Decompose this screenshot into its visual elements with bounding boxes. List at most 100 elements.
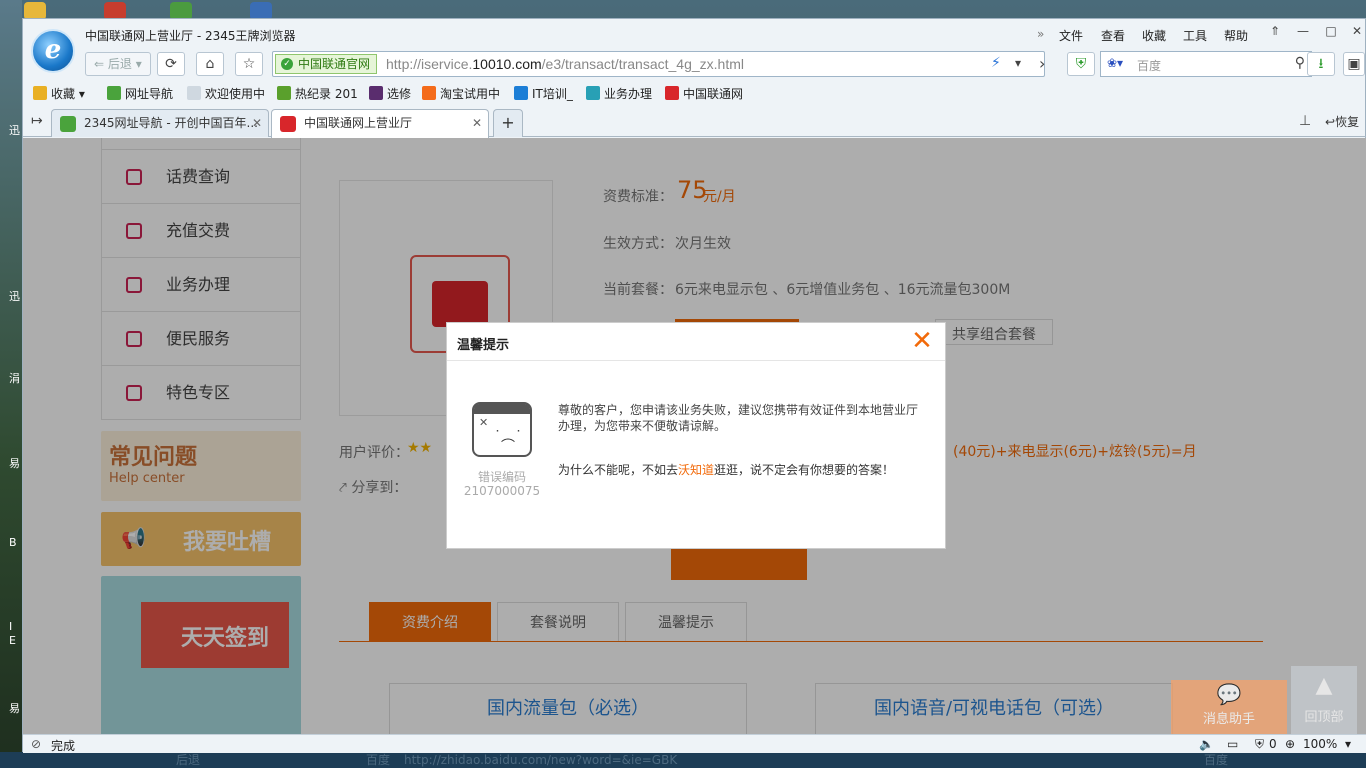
close-icon[interactable]: ✕ xyxy=(909,327,935,355)
sidebar-toggle-icon[interactable]: ↦ xyxy=(31,113,43,129)
search-input[interactable]: 百度 xyxy=(1137,57,1161,74)
minimize-button[interactable]: — xyxy=(1293,24,1313,42)
url-domain: 10010.com xyxy=(472,56,542,72)
tip-dialog: 温馨提示 ✕ ✕ ˙︵˙ 错误编码 2107000075 尊敬的客户，您申请该业… xyxy=(446,322,946,549)
tab-label: 中国联通网上营业厅 xyxy=(304,116,413,130)
back-label: 后退 xyxy=(107,57,132,71)
favorites-bar: 收藏 ▾ 网址导航 欢迎使用中 热纪录 201 选修 淘宝试用中 IT培训_ 业… xyxy=(23,79,1366,105)
fav-label: 淘宝试用中 xyxy=(440,87,501,101)
cert-badge[interactable]: ✓ 中国联通官网 xyxy=(275,54,378,74)
title-bar: 中国联通网上营业厅 - 2345王牌浏览器 » 文件 查看 收藏 工具 帮助 ⇑… xyxy=(23,19,1366,49)
desktop-label: 易 xyxy=(9,457,20,470)
shield-check-icon: ✓ xyxy=(281,58,293,70)
nav-bar: ⇐ 后退 ▾ ⟳ ⌂ ☆ ✓ 中国联通官网 http://iservice.100… xyxy=(23,49,1366,79)
fav-item-unicom[interactable]: 中国联通网 xyxy=(665,85,743,102)
taskbar-ghost-back: 后退 xyxy=(176,753,201,767)
taskbar-ghost-engine: 百度 xyxy=(366,753,391,767)
tab-favicon xyxy=(280,116,296,132)
fav-item-it[interactable]: IT培训_ xyxy=(514,85,573,102)
status-done: 完成 xyxy=(51,739,76,753)
desktop-label: E xyxy=(9,634,16,647)
desktop-strip: 迅 迅 涓 易 B I E 易 xyxy=(0,0,22,768)
shield-status-icon[interactable]: ⛨ xyxy=(1255,737,1264,752)
back-button[interactable]: ⇐ 后退 ▾ xyxy=(85,52,151,76)
tab-label: 2345网址导航 - 开创中国百年... xyxy=(84,116,258,130)
shield-icon[interactable]: ⛨ xyxy=(1067,52,1095,76)
bandage-mark: ✕ xyxy=(479,416,489,429)
download-icon[interactable]: ⭳ xyxy=(1307,52,1335,76)
maximize-button[interactable]: □ xyxy=(1321,24,1341,42)
sad-face-icon: ✕ ˙︵˙ xyxy=(472,402,532,457)
top-label: 回顶部 xyxy=(1304,710,1344,725)
address-bar[interactable]: ✓ 中国联通官网 http://iservice.10010.com/e3/tra… xyxy=(272,51,1045,77)
close-tab-icon[interactable]: ✕ xyxy=(472,110,482,136)
fav-label: 中国联通网 xyxy=(683,87,744,101)
pin-icon[interactable]: ⇑ xyxy=(1265,24,1285,42)
restore-label: 恢复 xyxy=(1335,115,1360,129)
more-menu-icon[interactable]: » xyxy=(1037,27,1044,41)
menu-help[interactable]: 帮助 xyxy=(1224,27,1248,44)
dialog-title: 温馨提示 xyxy=(457,338,510,353)
fav-item-elective[interactable]: 选修 xyxy=(369,85,411,102)
back-to-top-button[interactable]: ▲ 回顶部 xyxy=(1291,666,1357,734)
search-box[interactable]: ❀▾ 百度 ⚲ xyxy=(1100,51,1312,77)
zoom-dropdown-icon[interactable]: ▾ xyxy=(1345,737,1351,751)
close-window-button[interactable]: ✕ xyxy=(1347,24,1366,42)
refresh-icon[interactable]: ⟳ xyxy=(157,52,185,76)
url-text[interactable]: http://iservice.10010.com/e3/transact/tr… xyxy=(386,56,744,72)
url-suffix: /e3/transact/transact_4g_zx.html xyxy=(541,56,744,72)
fav-item-welcome[interactable]: 欢迎使用中 xyxy=(187,85,265,102)
wozhidao-link[interactable]: 沃知道 xyxy=(678,463,714,477)
face-expression: ˙︵˙ xyxy=(494,429,522,445)
extension-icon[interactable]: ▣ xyxy=(1343,52,1365,76)
fav-label: 欢迎使用中 xyxy=(205,87,266,101)
fav-label: 选修 xyxy=(387,87,412,101)
url-prefix: http://iservice. xyxy=(386,56,473,72)
fav-label: IT培训_ xyxy=(532,87,573,101)
browser-window: 中国联通网上营业厅 - 2345王牌浏览器 » 文件 查看 收藏 工具 帮助 ⇑… xyxy=(22,18,1366,753)
zoom-icon[interactable]: ⊕ xyxy=(1285,737,1295,751)
message-assistant-button[interactable]: 💬 消息助手 xyxy=(1171,680,1287,734)
window-title: 中国联通网上营业厅 - 2345王牌浏览器 xyxy=(85,29,296,43)
menu-view[interactable]: 查看 xyxy=(1101,27,1125,44)
suggestion-post: 逛逛，说不定会有你想要的答案！ xyxy=(714,463,895,477)
new-tab-button[interactable]: + xyxy=(493,109,523,137)
lightning-icon[interactable]: ⚡ xyxy=(991,55,1001,71)
dialog-suggestion: 为什么不能呢，不如去沃知道逛逛，说不定会有你想要的答案！ xyxy=(558,461,918,478)
dropdown-arrow-icon[interactable]: ▾ xyxy=(1015,56,1021,70)
screen: 迅 迅 涓 易 B I E 易 后退 百度 http://zhidao.baid… xyxy=(0,0,1366,768)
taskbar-ghost-engine: 百度 xyxy=(1204,753,1229,767)
fav-item-business[interactable]: 业务办理 xyxy=(586,85,652,102)
star-icon[interactable]: ☆ xyxy=(235,52,263,76)
paw-icon[interactable]: ❀▾ xyxy=(1107,56,1123,70)
fav-label: 热纪录 201 xyxy=(295,87,358,101)
desktop-label: 易 xyxy=(9,702,20,715)
tab-2345[interactable]: 2345网址导航 - 开创中国百年... ✕ xyxy=(51,109,269,137)
speaker-icon[interactable]: 🔈 xyxy=(1199,737,1214,751)
status-bar: ⊘ 完成 🔈 ▭ ⛨ 0 ⊕ 100% ▾ xyxy=(23,734,1366,753)
zoom-level[interactable]: 100% xyxy=(1303,737,1337,751)
cert-label: 中国联通官网 xyxy=(298,57,371,71)
fav-item-record[interactable]: 热纪录 201 xyxy=(277,85,358,102)
tab-unicom[interactable]: 中国联通网上营业厅 ✕ xyxy=(271,109,489,138)
fav-label: 业务办理 xyxy=(604,87,653,101)
menu-file[interactable]: 文件 xyxy=(1059,27,1083,44)
desktop-label: 涓 xyxy=(9,372,20,385)
pin-tab-icon[interactable]: ⊥ xyxy=(1299,113,1311,129)
assistant-label: 消息助手 xyxy=(1202,712,1255,727)
menu-favorites[interactable]: 收藏 xyxy=(1142,27,1166,44)
fav-item-collect[interactable]: 收藏 ▾ xyxy=(33,85,85,102)
dialog-header: 温馨提示 ✕ xyxy=(447,323,945,361)
window-icon[interactable]: ▭ xyxy=(1227,737,1238,751)
menu-tools[interactable]: 工具 xyxy=(1183,27,1207,44)
home-icon[interactable]: ⌂ xyxy=(196,52,224,76)
fav-item-taobao[interactable]: 淘宝试用中 xyxy=(422,85,500,102)
suggestion-pre: 为什么不能呢，不如去 xyxy=(558,463,679,477)
fav-item-nav[interactable]: 网址导航 xyxy=(107,85,173,102)
close-tab-icon[interactable]: ✕ xyxy=(252,110,262,136)
forward-arrow-icon[interactable]: › xyxy=(1039,54,1045,73)
restore-button[interactable]: ↩恢复 xyxy=(1325,113,1359,130)
taskbar-ghost-url: http://zhidao.baidu.com/new?word=&ie=GBK xyxy=(404,753,678,767)
up-arrow-icon: ▲ xyxy=(1315,673,1333,698)
search-icon[interactable]: ⚲ xyxy=(1295,55,1305,71)
